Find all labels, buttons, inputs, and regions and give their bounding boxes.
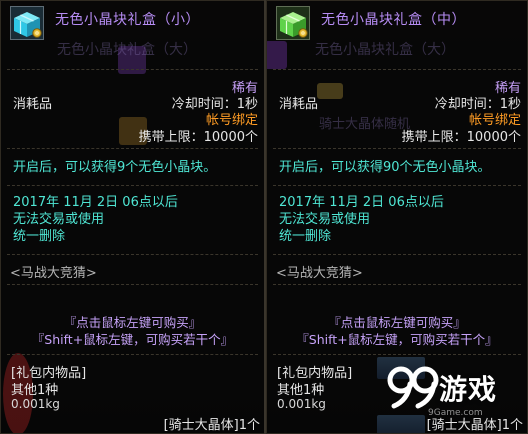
background-ghost-text: 无色小晶块礼盒（大） xyxy=(57,42,197,58)
expiry-restriction: 无法交易或使用 xyxy=(13,212,105,227)
event-label: <马战大竞猜> xyxy=(276,266,363,281)
carry-limit: 携带上限：10000个 xyxy=(401,130,521,145)
item-tooltip-small: 无色小晶块礼盒（小） 无色小晶块礼盒（大） 稀有 消耗品 冷却时间：1秒 帐号绑… xyxy=(0,0,265,434)
background-ghost-text: 无色小晶块礼盒（大） xyxy=(315,42,455,58)
purchase-click-hint: 『点击鼠标左键可购买』 xyxy=(328,315,466,330)
watermark-brand-text: 游戏 xyxy=(439,373,498,406)
crystal-gift-box-icon xyxy=(276,6,310,40)
expiry-date: 2017年 11月 2日 06点以后 xyxy=(13,195,178,210)
other-items-count: 其他1种 xyxy=(11,383,59,398)
divider xyxy=(7,69,258,70)
purchase-hint: 『点击鼠标左键可购买』 『Shift+鼠标左键，可购买若干个』 xyxy=(1,314,264,348)
item-description: 开启后，可以获得9个无色小晶块。 xyxy=(13,160,217,175)
site-watermark: 游戏 9Game.com xyxy=(384,360,524,420)
background-item-icon xyxy=(317,83,343,99)
divider xyxy=(7,148,258,149)
item-weight: 0.001kg xyxy=(277,397,326,411)
divider xyxy=(273,185,521,186)
expiry-restriction: 无法交易或使用 xyxy=(279,212,371,227)
purchase-shift-hint: 『Shift+鼠标左键，可购买若干个』 xyxy=(31,332,234,347)
event-label: <马战大竞猜> xyxy=(10,266,97,281)
crystal-gift-box-icon xyxy=(10,6,44,40)
item-title: 无色小晶块礼盒（中） xyxy=(321,12,466,28)
divider xyxy=(7,185,258,186)
background-ghost-subtitle: 骑士大晶体随机 xyxy=(319,117,411,132)
expiry-action: 统一删除 xyxy=(279,229,332,244)
item-category: 消耗品 xyxy=(279,97,319,112)
expiry-notice: 2017年 11月 2日 06点以后 无法交易或使用 统一删除 xyxy=(279,194,444,245)
divider xyxy=(7,284,258,285)
item-description: 开启后，可以获得90个无色小晶块。 xyxy=(279,160,491,175)
divider xyxy=(273,284,521,285)
carry-limit: 携带上限：10000个 xyxy=(138,130,258,145)
divider xyxy=(273,148,521,149)
item-weight: 0.001kg xyxy=(11,397,60,411)
divider xyxy=(7,354,258,355)
expiry-date: 2017年 11月 2日 06点以后 xyxy=(279,195,444,210)
package-content-item: [骑士大晶体]1个 xyxy=(163,418,260,433)
game-screen: 无色小晶块礼盒（小） 无色小晶块礼盒（大） 稀有 消耗品 冷却时间：1秒 帐号绑… xyxy=(0,0,528,434)
divider xyxy=(7,254,258,255)
expiry-action: 统一删除 xyxy=(13,229,66,244)
purchase-shift-hint: 『Shift+鼠标左键，可购买若干个』 xyxy=(296,332,498,347)
other-items-count: 其他1种 xyxy=(277,383,325,398)
expiry-notice: 2017年 11月 2日 06点以后 无法交易或使用 统一删除 xyxy=(13,194,178,245)
watermark-url: 9Game.com xyxy=(428,408,483,418)
item-title: 无色小晶块礼盒（小） xyxy=(55,12,200,28)
purchase-click-hint: 『点击鼠标左键可购买』 xyxy=(63,315,202,330)
purchase-hint: 『点击鼠标左键可购买』 『Shift+鼠标左键，可购买若干个』 xyxy=(267,314,527,348)
item-category: 消耗品 xyxy=(13,97,53,112)
divider xyxy=(273,69,521,70)
divider xyxy=(273,254,521,255)
divider xyxy=(273,354,521,355)
